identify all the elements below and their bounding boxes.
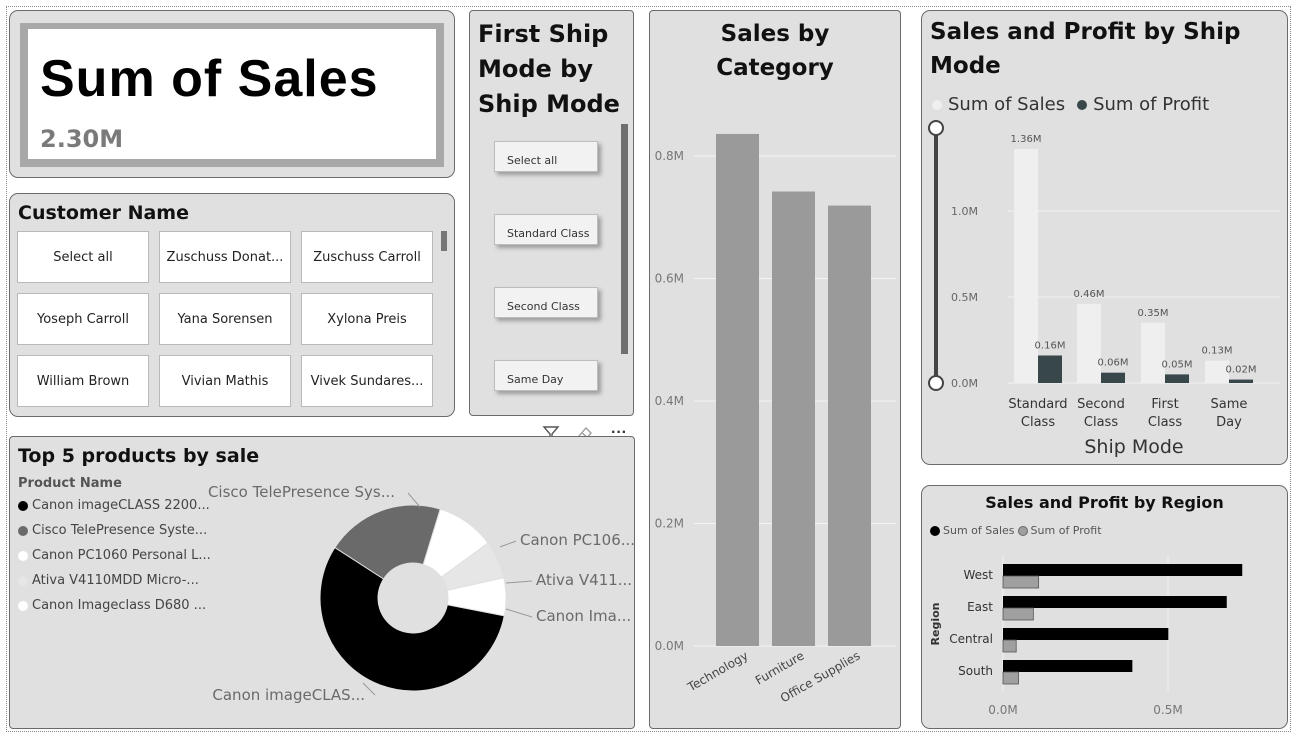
slice-label: Ativa V411... [536,571,632,589]
x-tick-label: Class [1021,415,1055,430]
kpi-title: Sum of Sales [40,50,379,108]
ship-slicer-title-line: Mode by [478,55,594,83]
ship-slicer-title-line: Ship Mode [478,90,620,118]
ship-mode-slicer[interactable]: First Ship Mode by Ship Mode Select all … [469,10,634,416]
x-tick-label: Technology [684,648,750,694]
x-tick-label: Class [1148,415,1182,430]
x-tick-label: Day [1216,415,1242,430]
bar [716,133,759,646]
customer-slicer-title: Customer Name [18,202,189,224]
ship-slicer-title-line: First Ship [478,20,609,48]
bar-sales [1003,628,1169,640]
donut-hole [378,563,448,633]
bar-sales [1077,303,1101,383]
customer-option[interactable]: Yana Sorensen [159,293,291,345]
bar-profit [1038,355,1062,383]
sales-by-category-chart[interactable]: Sales by Category 0.0M 0.2M 0.4M 0.6M 0.8M Te… [649,10,901,729]
y-tick-label: 0.8M [655,149,684,163]
slice-label: Cisco TelePresence Sys... [208,483,395,501]
customer-option[interactable]: William Brown [17,355,149,407]
y-tick-label: East [967,600,993,614]
x-tick-label: Second [1077,397,1125,412]
ship-mode-chart[interactable]: Sales and Profit by Ship Mode Sum of Sal… [921,10,1288,465]
customer-option[interactable]: Zuschuss Carroll [301,231,433,283]
bar-profit [1002,607,1034,621]
slice-label: Canon Ima... [536,607,631,625]
bar-sales [1003,564,1243,576]
kpi-value: 2.30M [40,125,124,153]
y-tick-label: 0.5M [951,291,978,304]
y-tick-label: 0.6M [655,272,684,286]
y-tick-label: 0.4M [655,394,684,408]
x-tick-label: Same [1211,397,1248,412]
data-label-profit: 0.05M [1162,359,1193,370]
y-axis-title: Region [929,603,942,646]
kpi-frame: Sum of Sales 2.30M [20,23,444,167]
data-label-sales: 0.46M [1074,289,1105,300]
bar-sales [1003,596,1227,608]
scrollbar-thumb[interactable] [441,231,447,251]
zoom-slider-handle [928,375,944,391]
y-tick-label: 0.0M [951,377,978,390]
top-products-donut[interactable]: Top 5 products by sale Product Name Cano… [9,436,635,729]
bar-profit [1165,374,1189,383]
ship-option-same-day[interactable]: Same Day [494,360,598,391]
x-tick-label: 0.0M [988,703,1017,717]
y-tick-label: South [958,664,993,678]
bar [828,205,871,647]
customer-option[interactable]: Vivek Sundares... [301,355,433,407]
data-label-sales: 0.13M [1202,346,1233,357]
x-axis-title: Ship Mode [1084,436,1183,458]
bar-sales [1003,660,1133,672]
bar-profit [1101,372,1125,383]
data-label-sales: 1.36M [1011,134,1042,145]
leader-line [499,540,517,548]
bar-profit [1002,639,1017,653]
y-tick-label: Central [949,632,993,646]
leader-line [505,608,533,618]
slice-label: Canon PC106... [520,531,635,549]
y-tick-label: 1.0M [951,205,978,218]
x-tick-label: 0.5M [1153,703,1182,717]
bar-profit [1002,671,1019,685]
bar-sales [1141,322,1165,383]
data-label-profit: 0.02M [1226,365,1257,376]
data-label-profit: 0.16M [1035,340,1066,351]
ship-option-standard-class[interactable]: Standard Class [494,214,598,245]
y-tick-label: 0.2M [655,517,684,531]
zoom-slider-handle [928,120,944,136]
bar-profit [1002,575,1040,589]
bar-profit [1229,379,1253,383]
bar [772,191,815,646]
customer-option[interactable]: Vivian Mathis [159,355,291,407]
kpi-panel: Sum of Sales 2.30M [28,29,436,159]
data-label-sales: 0.35M [1138,308,1169,319]
ship-slicer-title: First Ship Mode by Ship Mode [478,17,620,122]
y-tick-label: West [963,568,993,582]
region-chart[interactable]: Sales and Profit by Region Sum of Sales … [921,485,1288,729]
region-bars: 0.0M 0.5M Region West East Central South [929,556,1243,717]
customer-option[interactable]: Zuschuss Donat... [159,231,291,283]
x-tick-label: Class [1084,415,1118,430]
customer-option[interactable]: Yoseph Carroll [17,293,149,345]
scrollbar-thumb[interactable] [621,124,628,354]
customer-option[interactable]: Xylona Preis [301,293,433,345]
data-label-profit: 0.06M [1098,358,1129,369]
slice-label: Canon imageCLAS... [212,686,365,704]
x-tick-label: Standard [1008,397,1067,412]
ship-option-second-class[interactable]: Second Class [494,287,598,318]
customer-slicer[interactable]: Customer Name Select all Zuschuss Donat..… [9,193,455,417]
ship-option-select-all[interactable]: Select all [494,141,598,172]
kpi-card[interactable]: Sum of Sales 2.30M [9,10,455,178]
y-tick-label: 0.0M [655,639,684,653]
shipmode-bars: 0.0M 0.5M 1.0M 1.36M 0.16M Standard Class 0.46M… [928,120,1280,458]
customer-option[interactable]: Select all [17,231,149,283]
donut-chart: Canon imageCLAS... Cisco TelePresence Sys… [208,483,635,704]
category-bars: 0.0M0.2M0.4M0.6M0.8MTechnology FurnitureO… [655,133,896,705]
leader-line [505,580,533,584]
x-tick-label: First [1151,397,1178,412]
